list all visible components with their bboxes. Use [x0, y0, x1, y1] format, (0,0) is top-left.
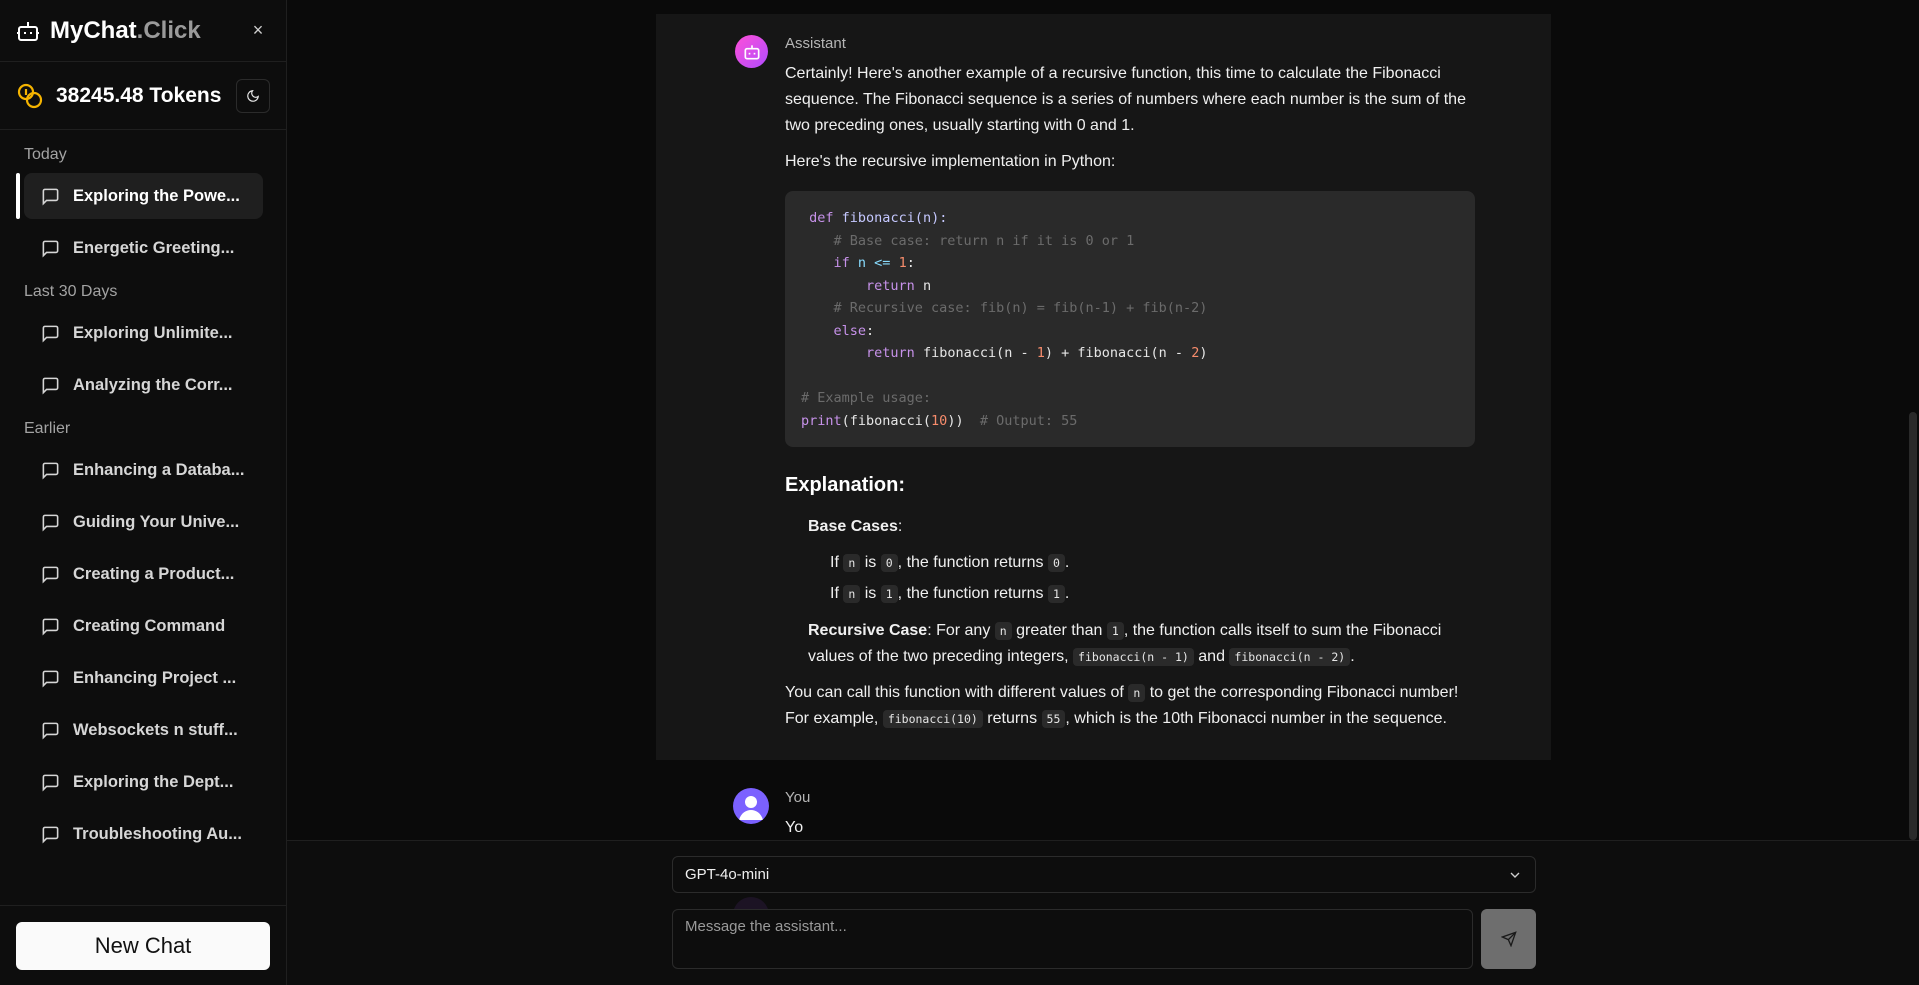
conversation-area: Assistant Certainly! Here's another exam… — [287, 0, 1919, 840]
scrollbar-thumb[interactable] — [1909, 412, 1917, 840]
chat-history-item-label: Exploring the Powe... — [73, 186, 240, 205]
chat-history-item[interactable]: Troubleshooting Au... — [24, 811, 263, 857]
chat-history-item-label: Enhancing Project ... — [73, 668, 237, 687]
brand-name-main: MyChat — [50, 16, 137, 44]
composer: GPT-4o-mini — [287, 840, 1919, 985]
chat-history-item-label: Exploring the Dept... — [73, 772, 234, 791]
assistant-role-label: Assistant — [785, 35, 846, 52]
chat-history-item[interactable]: Creating Command — [24, 603, 263, 649]
message-input[interactable] — [672, 909, 1473, 969]
user-icon — [739, 796, 763, 820]
sidebar-footer: New Chat — [0, 905, 286, 985]
chevron-down-icon — [1507, 867, 1523, 883]
code-line: return fibonacci(n - 1) + fibonacci(n - … — [866, 345, 1208, 361]
chat-history: Today Exploring the Powe... Energetic Gree… — [0, 130, 286, 905]
message-square-icon — [41, 324, 60, 343]
explanation-heading: Explanation: — [785, 474, 906, 496]
send-icon — [1500, 931, 1517, 947]
chat-history-item[interactable]: Exploring the Dept... — [24, 759, 263, 805]
chat-history-item-label: Creating Command — [73, 616, 226, 635]
scrollbar[interactable] — [1907, 0, 1919, 840]
chat-history-item[interactable]: Exploring the Powe... — [16, 173, 263, 219]
coins-icon — [16, 82, 44, 110]
code-line: def fibonacci(n): — [809, 210, 948, 226]
message-square-icon — [41, 825, 60, 844]
code-line: if n <= 1: — [833, 255, 915, 271]
send-button[interactable] — [1481, 909, 1536, 969]
chat-history-item-label: Websockets n stuff... — [73, 720, 238, 739]
history-section-label: Earlier — [24, 420, 71, 437]
message-square-icon — [41, 461, 60, 480]
bot-icon — [744, 44, 759, 60]
code-line: # Recursive case: fib(n) = fib(n-1) + fi… — [833, 300, 1208, 316]
message-square-icon — [41, 376, 60, 395]
assistant-intro: Certainly! Here's another example of a r… — [785, 65, 1466, 134]
model-select[interactable]: GPT-4o-mini — [672, 856, 1536, 893]
new-chat-button[interactable]: New Chat — [16, 921, 270, 970]
chat-history-item-label: Energetic Greeting... — [73, 238, 235, 257]
brand-name-suffix: .Click — [136, 16, 201, 44]
brand-header: MyChat.Click × — [0, 0, 286, 62]
main-panel: Assistant Certainly! Here's another exam… — [287, 0, 1919, 985]
base-case-1: If n is 0, the function returns 0. — [830, 554, 1070, 572]
message-square-icon — [41, 773, 60, 792]
recursive-case-line-1: Recursive Case: For any n greater than 1… — [808, 622, 1442, 640]
chat-history-item[interactable]: Energetic Greeting... — [24, 225, 263, 271]
message-square-icon — [41, 565, 60, 584]
message-square-icon — [41, 239, 60, 258]
theme-toggle-button[interactable] — [236, 78, 270, 113]
chat-history-item-label: Creating a Product... — [73, 564, 235, 583]
chat-history-item[interactable]: Guiding Your Unive... — [24, 499, 263, 545]
chat-history-item[interactable]: Websockets n stuff... — [24, 707, 263, 753]
chat-history-item[interactable]: Creating a Product... — [24, 551, 263, 597]
model-select-value: GPT-4o-mini — [685, 866, 770, 883]
base-cases-heading: Base Cases: — [808, 518, 903, 535]
chat-history-item-label: Enhancing a Databa... — [73, 460, 245, 479]
moon-icon — [247, 89, 259, 102]
recursive-case-line-2: values of the two preceding integers, fi… — [808, 648, 1355, 666]
bot-icon — [16, 19, 40, 43]
user-message: Yo — [785, 819, 804, 836]
code-line: return n — [866, 277, 932, 294]
base-case-2: If n is 1, the function returns 1. — [830, 585, 1070, 603]
chat-history-item-label: Analyzing the Corr... — [73, 375, 233, 394]
chat-history-item-label: Troubleshooting Au... — [73, 824, 242, 843]
user-role-label: You — [785, 789, 811, 806]
message-square-icon — [41, 669, 60, 688]
history-section-label: Last 30 Days — [24, 283, 118, 300]
brand-name: MyChat.Click — [50, 17, 201, 45]
closing-line-1: You can call this function with differen… — [785, 684, 1459, 702]
code-line: # Example usage: — [801, 390, 932, 406]
code-line: print(fibonacci(10)) # Output: 55 — [801, 412, 1078, 429]
token-balance: 38245.48 Tokens — [0, 62, 286, 130]
assistant-avatar — [735, 35, 768, 68]
code-line: # Base case: return n if it is 0 or 1 — [833, 232, 1135, 249]
code-line: else: — [833, 322, 875, 339]
closing-line-2: For example, fibonacci(10) returns 55, w… — [785, 710, 1447, 728]
history-section-label: Today — [24, 146, 67, 163]
chat-history-item[interactable]: Enhancing a Databa... — [24, 447, 263, 493]
chat-history-item[interactable]: Enhancing Project ... — [24, 655, 263, 701]
message-square-icon — [41, 617, 60, 636]
app-root: MyChat.Click × 38245.48 Tokens Today Expl… — [0, 0, 1919, 985]
user-avatar — [733, 788, 769, 824]
close-sidebar-button[interactable]: × — [246, 19, 270, 43]
chat-history-item[interactable]: Analyzing the Corr... — [24, 362, 263, 408]
chat-history-item-label: Guiding Your Unive... — [73, 512, 240, 531]
message-square-icon — [41, 513, 60, 532]
message-square-icon — [41, 721, 60, 740]
chat-history-item[interactable]: Exploring Unlimite... — [24, 310, 263, 356]
assistant-lead: Here's the recursive implementation in P… — [785, 153, 1116, 170]
chat-history-item-label: Exploring Unlimite... — [73, 323, 233, 342]
sidebar: MyChat.Click × 38245.48 Tokens Today Expl… — [0, 0, 287, 985]
code-block: def fibonacci(n): # Base case: return n … — [785, 191, 1475, 447]
token-count: 38245.48 Tokens — [56, 83, 222, 107]
message-square-icon — [41, 187, 60, 206]
